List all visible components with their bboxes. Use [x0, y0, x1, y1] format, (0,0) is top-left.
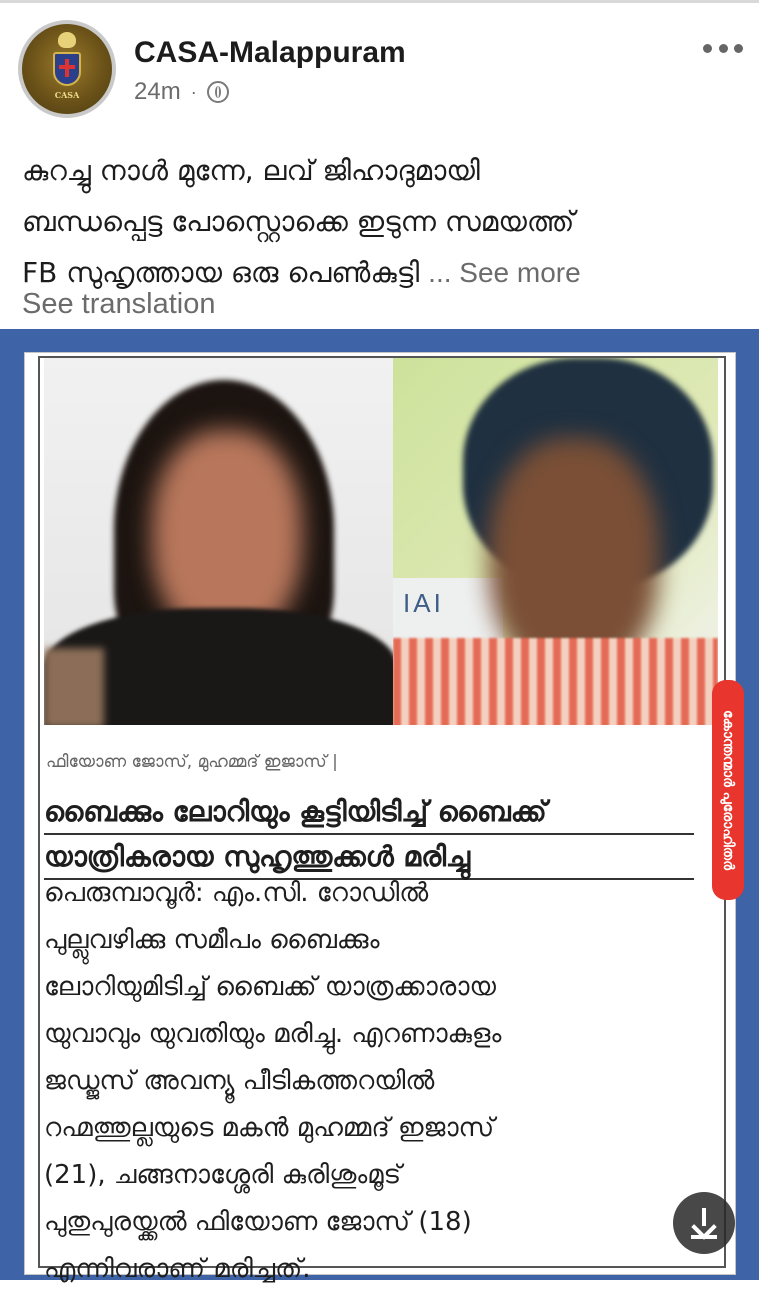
more-options-icon[interactable]: [703, 38, 743, 58]
avatar-logo-text: CASA: [54, 90, 80, 100]
page-name-link[interactable]: CASA-Malappuram: [134, 36, 406, 70]
see-translation-link[interactable]: See translation: [22, 288, 215, 321]
body-line: റഹ്മത്തുല്ലയുടെ മകൻ മുഹമ്മദ് ഇജാസ്: [44, 1113, 495, 1143]
photo-blurred-man: IAI: [393, 358, 718, 725]
headline-line: ബൈക്കും ലോറിയും കൂട്ടിയിടിച്ച് ബൈക്ക്: [44, 790, 694, 835]
side-watermark-label: കോന്തന്മാർ പുരോഹിതർ: [712, 680, 744, 900]
body-line: പുല്ലുവഴിക്കു സമീപം ബൈക്കും: [44, 925, 380, 955]
photo-sign-text: IAI: [403, 588, 444, 618]
photo-caption: ഫിയോണ ജോസ്, മുഹമ്മദ് ഇജാസ് |: [46, 752, 338, 772]
body-line: പെരുമ്പാവൂർ: എം.സി. റോഡിൽ: [44, 878, 429, 908]
download-icon[interactable]: [673, 1192, 735, 1254]
shield-emblem: [53, 52, 81, 86]
meta-separator: ·: [190, 81, 197, 102]
body-line: ജഡ്ജസ് അവന്യൂ പീടികത്തറയിൽ: [44, 1066, 435, 1096]
photo-blurred-woman: [44, 358, 397, 725]
top-divider: [0, 0, 759, 3]
side-label-text: കോന്തന്മാർ പുരോഹിതർ: [720, 710, 736, 870]
post-text: കുറച്ചു നാൾ മുന്നേ, ലവ് ജിഹാദുമായി ബന്ധപ…: [22, 145, 732, 298]
post-text-line: ബന്ധപ്പെട്ട പോസ്റ്റൊക്കെ ഇടുന്ന സമയത്ത്: [22, 205, 575, 238]
news-headline: ബൈക്കും ലോറിയും കൂട്ടിയിടിച്ച് ബൈക്ക് യാ…: [44, 790, 694, 880]
body-line: പുതുപുരയ്ക്കൽ ഫിയോണ ജോസ് (18): [44, 1207, 472, 1237]
news-body: പെരുമ്പാവൂർ: എം.സി. റോഡിൽ പുല്ലുവഴിക്കു …: [44, 870, 704, 1293]
post-meta: 24m ·: [134, 78, 229, 106]
body-line: ലോറിയുമിടിച്ച് ബൈക്ക് യാത്രക്കാരായ: [44, 972, 496, 1002]
page-avatar[interactable]: CASA: [18, 20, 116, 118]
see-more-link[interactable]: ... See more: [428, 257, 581, 288]
casa-logo: CASA: [22, 24, 112, 114]
body-line: എന്നിവരാണ് മരിച്ചത്.: [44, 1254, 311, 1284]
globe-icon: [206, 81, 229, 103]
body-line: (21), ചങ്ങനാശ്ശേരി കുരിശുംമൂട്: [44, 1160, 402, 1190]
post-timestamp[interactable]: 24m: [134, 78, 181, 106]
owl-emblem: [58, 32, 76, 48]
body-line: യുവാവും യുവതിയും മരിച്ചു. എറണാകുളം: [44, 1019, 502, 1049]
post-text-line: കുറച്ചു നാൾ മുന്നേ, ലവ് ജിഹാദുമായി: [22, 154, 480, 187]
